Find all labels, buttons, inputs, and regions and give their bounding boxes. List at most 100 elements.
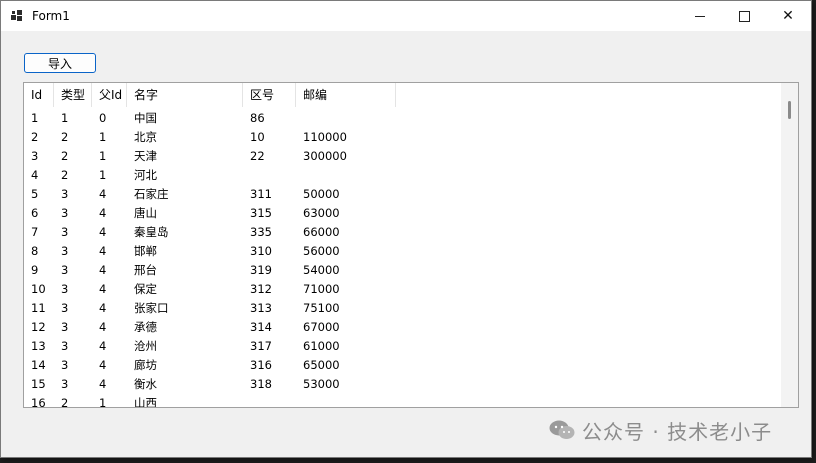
table-row[interactable]: 3 2 1 天津 22 300000 <box>24 147 781 166</box>
cell-parent-id[interactable]: 4 <box>92 280 127 299</box>
cell-area-code[interactable]: 313 <box>243 299 296 318</box>
cell-name[interactable]: 山西 <box>127 394 243 407</box>
cell-area-code[interactable]: 316 <box>243 356 296 375</box>
cell-id[interactable]: 7 <box>24 223 54 242</box>
column-header-postcode[interactable]: 邮编 <box>296 83 396 107</box>
cell-type[interactable]: 3 <box>54 261 92 280</box>
cell-id[interactable]: 4 <box>24 166 54 185</box>
cell-type[interactable]: 3 <box>54 185 92 204</box>
cell-type[interactable]: 3 <box>54 356 92 375</box>
cell-id[interactable]: 11 <box>24 299 54 318</box>
cell-id[interactable]: 10 <box>24 280 54 299</box>
cell-postcode[interactable]: 63000 <box>296 204 396 223</box>
cell-id[interactable]: 14 <box>24 356 54 375</box>
cell-area-code[interactable]: 318 <box>243 375 296 394</box>
cell-id[interactable]: 3 <box>24 147 54 166</box>
cell-area-code[interactable]: 319 <box>243 261 296 280</box>
table-row[interactable]: 9 3 4 邢台 319 54000 <box>24 261 781 280</box>
cell-parent-id[interactable]: 4 <box>92 375 127 394</box>
cell-name[interactable]: 中国 <box>127 109 243 128</box>
cell-id[interactable]: 8 <box>24 242 54 261</box>
cell-name[interactable]: 石家庄 <box>127 185 243 204</box>
table-row[interactable]: 2 2 1 北京 10 110000 <box>24 128 781 147</box>
table-row[interactable]: 10 3 4 保定 312 71000 <box>24 280 781 299</box>
cell-area-code[interactable]: 314 <box>243 318 296 337</box>
cell-type[interactable]: 2 <box>54 128 92 147</box>
cell-parent-id[interactable]: 1 <box>92 394 127 407</box>
cell-type[interactable]: 3 <box>54 223 92 242</box>
cell-parent-id[interactable]: 4 <box>92 242 127 261</box>
column-header-area-code[interactable]: 区号 <box>243 83 296 107</box>
cell-postcode[interactable] <box>296 109 396 128</box>
cell-area-code[interactable]: 312 <box>243 280 296 299</box>
cell-type[interactable]: 1 <box>54 109 92 128</box>
cell-id[interactable]: 2 <box>24 128 54 147</box>
cell-name[interactable]: 廊坊 <box>127 356 243 375</box>
import-button[interactable]: 导入 <box>24 53 96 73</box>
maximize-button[interactable] <box>722 1 766 31</box>
cell-postcode[interactable]: 56000 <box>296 242 396 261</box>
cell-parent-id[interactable]: 4 <box>92 204 127 223</box>
cell-postcode[interactable]: 54000 <box>296 261 396 280</box>
column-header-type[interactable]: 类型 <box>54 83 92 107</box>
cell-area-code[interactable]: 10 <box>243 128 296 147</box>
table-row[interactable]: 14 3 4 廊坊 316 65000 <box>24 356 781 375</box>
cell-area-code[interactable]: 22 <box>243 147 296 166</box>
cell-postcode[interactable]: 50000 <box>296 185 396 204</box>
cell-parent-id[interactable]: 1 <box>92 166 127 185</box>
cell-type[interactable]: 3 <box>54 204 92 223</box>
cell-parent-id[interactable]: 0 <box>92 109 127 128</box>
cell-area-code[interactable]: 311 <box>243 185 296 204</box>
cell-name[interactable]: 天津 <box>127 147 243 166</box>
cell-type[interactable]: 3 <box>54 337 92 356</box>
cell-id[interactable]: 12 <box>24 318 54 337</box>
cell-parent-id[interactable]: 4 <box>92 299 127 318</box>
cell-name[interactable]: 张家口 <box>127 299 243 318</box>
minimize-button[interactable] <box>678 1 722 31</box>
cell-area-code[interactable]: 86 <box>243 109 296 128</box>
cell-postcode[interactable] <box>296 394 396 407</box>
cell-id[interactable]: 15 <box>24 375 54 394</box>
scrollbar-thumb[interactable] <box>788 101 791 119</box>
cell-parent-id[interactable]: 4 <box>92 356 127 375</box>
cell-postcode[interactable]: 75100 <box>296 299 396 318</box>
table-row[interactable]: 4 2 1 河北 <box>24 166 781 185</box>
cell-name[interactable]: 北京 <box>127 128 243 147</box>
cell-type[interactable]: 2 <box>54 147 92 166</box>
close-button[interactable]: ✕ <box>766 1 810 31</box>
cell-name[interactable]: 沧州 <box>127 337 243 356</box>
cell-name[interactable]: 衡水 <box>127 375 243 394</box>
cell-id[interactable]: 16 <box>24 394 54 407</box>
cell-name[interactable]: 邯郸 <box>127 242 243 261</box>
cell-postcode[interactable]: 65000 <box>296 356 396 375</box>
cell-name[interactable]: 河北 <box>127 166 243 185</box>
cell-postcode[interactable]: 300000 <box>296 147 396 166</box>
cell-postcode[interactable] <box>296 166 396 185</box>
cell-postcode[interactable]: 66000 <box>296 223 396 242</box>
cell-postcode[interactable]: 61000 <box>296 337 396 356</box>
title-bar[interactable]: Form1 ✕ <box>1 1 811 31</box>
cell-name[interactable]: 承德 <box>127 318 243 337</box>
cell-parent-id[interactable]: 4 <box>92 185 127 204</box>
cell-postcode[interactable]: 110000 <box>296 128 396 147</box>
cell-name[interactable]: 唐山 <box>127 204 243 223</box>
cell-type[interactable]: 3 <box>54 299 92 318</box>
vertical-scrollbar[interactable] <box>781 83 798 407</box>
table-row[interactable]: 12 3 4 承德 314 67000 <box>24 318 781 337</box>
cell-postcode[interactable]: 67000 <box>296 318 396 337</box>
table-row[interactable]: 11 3 4 张家口 313 75100 <box>24 299 781 318</box>
column-header-name[interactable]: 名字 <box>127 83 243 107</box>
cell-type[interactable]: 3 <box>54 242 92 261</box>
table-row[interactable]: 8 3 4 邯郸 310 56000 <box>24 242 781 261</box>
cell-name[interactable]: 邢台 <box>127 261 243 280</box>
cell-type[interactable]: 3 <box>54 318 92 337</box>
table-row[interactable]: 7 3 4 秦皇岛 335 66000 <box>24 223 781 242</box>
cell-postcode[interactable]: 71000 <box>296 280 396 299</box>
data-grid[interactable]: Id 类型 父Id 名字 区号 邮编 1 1 0 中国 86 2 2 1 北京 10 110000 3… <box>23 82 799 408</box>
cell-name[interactable]: 秦皇岛 <box>127 223 243 242</box>
table-row[interactable]: 6 3 4 唐山 315 63000 <box>24 204 781 223</box>
cell-area-code[interactable] <box>243 166 296 185</box>
table-row[interactable]: 1 1 0 中国 86 <box>24 109 781 128</box>
cell-type[interactable]: 3 <box>54 280 92 299</box>
cell-type[interactable]: 2 <box>54 166 92 185</box>
